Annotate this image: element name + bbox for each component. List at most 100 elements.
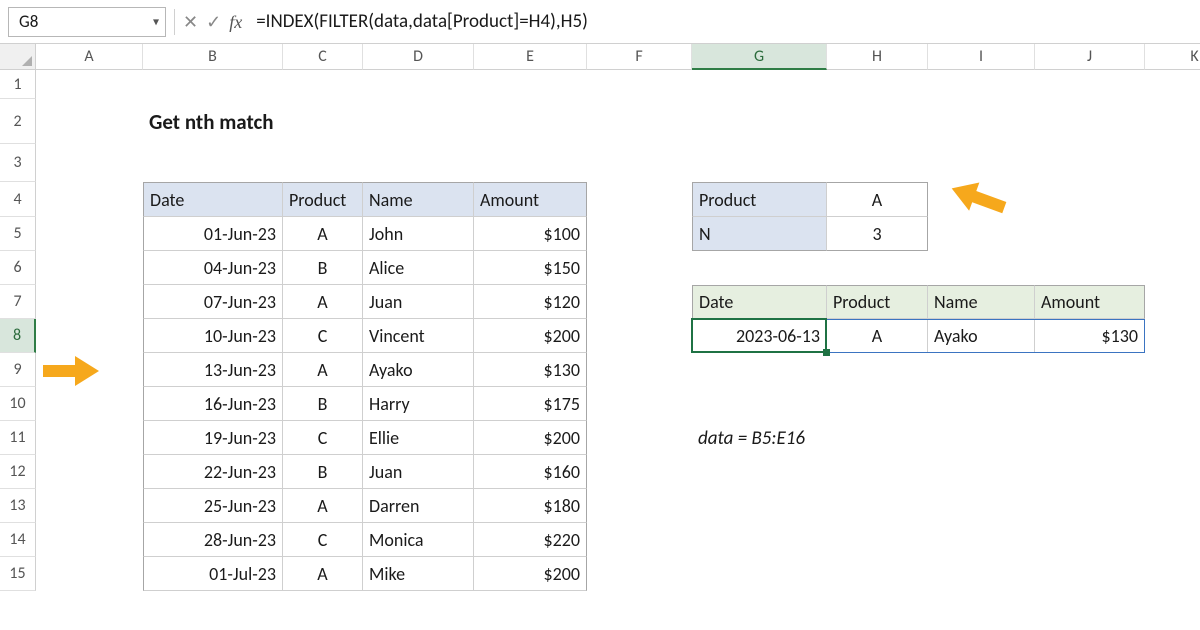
column-header[interactable]: H (827, 44, 928, 70)
column-headers: ABCDEFGHIJK (36, 44, 1200, 70)
table-cell[interactable]: A (283, 557, 363, 591)
result-cell[interactable]: 2023-06-13 (692, 319, 827, 353)
column-header[interactable]: J (1035, 44, 1145, 70)
arrow-icon (41, 352, 101, 390)
table-cell[interactable]: $120 (474, 285, 587, 319)
column-header[interactable]: A (36, 44, 143, 70)
param-label[interactable]: N (692, 217, 827, 251)
table-cell[interactable]: C (283, 523, 363, 557)
table-cell[interactable]: 07-Jun-23 (143, 285, 283, 319)
table-cell[interactable]: B (283, 251, 363, 285)
table-cell[interactable]: $200 (474, 319, 587, 353)
row-header[interactable]: 7 (0, 285, 36, 319)
chevron-down-icon[interactable]: ▾ (153, 14, 159, 29)
table-cell[interactable]: John (363, 217, 474, 251)
fx-icon[interactable]: fx (229, 13, 242, 31)
table-header[interactable]: Date (143, 182, 283, 217)
arrow-icon (943, 170, 1012, 226)
result-cell[interactable]: Ayako (928, 319, 1035, 353)
table-cell[interactable]: $100 (474, 217, 587, 251)
param-value[interactable]: A (827, 182, 928, 217)
result-header[interactable]: Name (928, 285, 1035, 319)
table-cell[interactable]: C (283, 319, 363, 353)
result-header[interactable]: Amount (1035, 285, 1145, 319)
formula-bar-buttons: ✕ ✓ fx (183, 13, 242, 31)
row-header[interactable]: 9 (0, 353, 36, 387)
result-header[interactable]: Date (692, 285, 827, 319)
table-cell[interactable]: A (283, 489, 363, 523)
table-cell[interactable]: A (283, 353, 363, 387)
table-header[interactable]: Amount (474, 182, 587, 217)
table-cell[interactable]: 16-Jun-23 (143, 387, 283, 421)
table-cell[interactable]: 01-Jun-23 (143, 217, 283, 251)
column-header[interactable]: F (587, 44, 692, 70)
table-cell[interactable]: B (283, 387, 363, 421)
table-cell[interactable]: Juan (363, 455, 474, 489)
select-all-corner[interactable] (0, 44, 36, 70)
column-header[interactable]: E (474, 44, 587, 70)
table-cell[interactable]: Ayako (363, 353, 474, 387)
result-cell[interactable]: $130 (1035, 319, 1145, 353)
column-header[interactable]: K (1145, 44, 1200, 70)
table-cell[interactable]: Alice (363, 251, 474, 285)
row-header[interactable]: 14 (0, 523, 36, 557)
result-cell[interactable]: A (827, 319, 928, 353)
table-cell[interactable]: A (283, 217, 363, 251)
table-cell[interactable]: 25-Jun-23 (143, 489, 283, 523)
table-cell[interactable]: 28-Jun-23 (143, 523, 283, 557)
table-cell[interactable]: 19-Jun-23 (143, 421, 283, 455)
param-label[interactable]: Product (692, 182, 827, 217)
result-header[interactable]: Product (827, 285, 928, 319)
row-header[interactable]: 3 (0, 144, 36, 182)
row-header[interactable]: 12 (0, 455, 36, 489)
table-cell[interactable]: 10-Jun-23 (143, 319, 283, 353)
table-cell[interactable]: A (283, 285, 363, 319)
row-header[interactable]: 11 (0, 421, 36, 455)
table-cell[interactable]: Darren (363, 489, 474, 523)
name-box-value: G8 (19, 11, 38, 32)
row-header[interactable]: 4 (0, 182, 36, 217)
table-cell[interactable]: Monica (363, 523, 474, 557)
table-cell[interactable]: Vincent (363, 319, 474, 353)
row-header[interactable]: 6 (0, 251, 36, 285)
row-headers: 123456789101112131415 (0, 70, 36, 591)
table-cell[interactable]: 22-Jun-23 (143, 455, 283, 489)
formula-input[interactable]: =INDEX(FILTER(data,data[Product]=H4),H5) (250, 10, 1192, 33)
page-title: Get nth match (143, 99, 474, 144)
param-value[interactable]: 3 (827, 217, 928, 251)
table-cell[interactable]: B (283, 455, 363, 489)
column-header[interactable]: I (928, 44, 1035, 70)
row-header[interactable]: 2 (0, 99, 36, 144)
table-cell[interactable]: 04-Jun-23 (143, 251, 283, 285)
row-header[interactable]: 13 (0, 489, 36, 523)
table-cell[interactable]: Ellie (363, 421, 474, 455)
table-cell[interactable]: Juan (363, 285, 474, 319)
row-header[interactable]: 15 (0, 557, 36, 591)
column-header[interactable]: G (692, 44, 827, 70)
enter-icon[interactable]: ✓ (206, 13, 221, 31)
column-header[interactable]: B (143, 44, 283, 70)
table-cell[interactable]: $160 (474, 455, 587, 489)
table-cell[interactable]: Harry (363, 387, 474, 421)
table-cell[interactable]: $180 (474, 489, 587, 523)
table-cell[interactable]: $130 (474, 353, 587, 387)
table-header[interactable]: Product (283, 182, 363, 217)
column-header[interactable]: D (363, 44, 474, 70)
name-box[interactable]: G8 ▾ (8, 7, 166, 37)
table-cell[interactable]: $220 (474, 523, 587, 557)
table-cell[interactable]: 01-Jul-23 (143, 557, 283, 591)
table-cell[interactable]: $150 (474, 251, 587, 285)
row-header[interactable]: 5 (0, 217, 36, 251)
cancel-icon[interactable]: ✕ (183, 13, 198, 31)
table-header[interactable]: Name (363, 182, 474, 217)
table-cell[interactable]: 13-Jun-23 (143, 353, 283, 387)
table-cell[interactable]: $200 (474, 421, 587, 455)
table-cell[interactable]: $175 (474, 387, 587, 421)
table-cell[interactable]: $200 (474, 557, 587, 591)
column-header[interactable]: C (283, 44, 363, 70)
table-cell[interactable]: C (283, 421, 363, 455)
row-header[interactable]: 10 (0, 387, 36, 421)
table-cell[interactable]: Mike (363, 557, 474, 591)
row-header[interactable]: 8 (0, 319, 36, 353)
row-header[interactable]: 1 (0, 70, 36, 99)
